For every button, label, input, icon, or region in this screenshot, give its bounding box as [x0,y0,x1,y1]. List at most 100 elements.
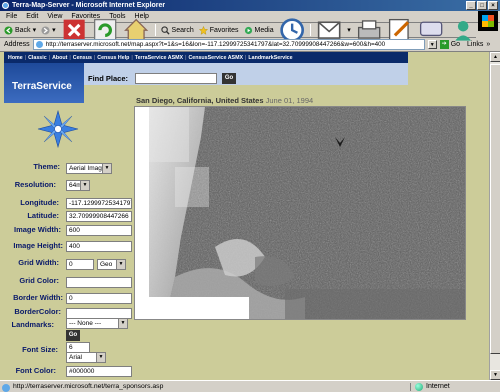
vertical-scrollbar[interactable]: ▲ ▼ [489,52,500,380]
globe-icon [415,382,423,391]
nav-about[interactable]: About [52,55,67,61]
grid-width-label: Grid Width: [18,258,59,267]
grid-width-input[interactable]: 0 [66,259,94,270]
latitude-input[interactable]: 32.70999908447266 [66,211,132,222]
address-bar: Address http://terraserver.microsoft.net… [0,38,500,52]
maximize-button[interactable]: □ [477,1,487,10]
landmarks-go-button[interactable]: Go [66,330,80,341]
page-icon [2,384,10,392]
landmarks-value: --- None --- [69,320,102,327]
search-label: Search [171,26,194,34]
windows-logo-icon [478,11,498,31]
font-name-select[interactable]: Arial ▼ [66,352,106,363]
map-date: June 01, 1994 [265,96,314,105]
map-caption: San Diego, California, United States Jun… [136,96,313,105]
nav-divider: | [185,54,187,61]
nav-home[interactable]: Home [8,55,23,61]
chevron-down-icon[interactable]: ▾ [347,26,351,34]
back-button[interactable]: Back ▾ [4,25,37,35]
theme-select[interactable]: Aerial Image ▼ [66,163,112,174]
theme-label: Theme: [33,162,60,171]
resolution-label: Resolution: [14,180,56,189]
address-input[interactable]: http://terraserver.microsoft.net/map.asp… [32,39,425,50]
scroll-thumb[interactable] [490,64,500,354]
nav-divider: | [245,54,247,61]
media-button[interactable]: Media [244,26,274,35]
favorites-button[interactable]: Favorites [198,25,239,35]
scroll-down-button[interactable]: ▼ [490,370,500,380]
minimize-button[interactable]: _ [466,1,476,10]
back-arrow-icon [4,25,13,35]
nav-census-help[interactable]: Census Help [97,55,129,61]
chevron-down-icon: ▼ [102,164,111,173]
longitude-input[interactable]: -117.12999725341797 [66,198,132,209]
nav-divider: | [24,54,27,61]
go-button[interactable]: ➔ Go [439,40,461,49]
image-height-input[interactable]: 400 [66,241,132,252]
nav-divider: | [131,54,133,61]
find-place-input[interactable] [135,73,217,84]
chevron-right-icon[interactable]: » [486,41,490,48]
menu-edit[interactable]: Edit [26,11,38,22]
site-logo-text: TerraService [12,81,72,92]
nav-divider: | [48,54,51,61]
image-width-input[interactable]: 600 [66,225,132,236]
resolution-select[interactable]: 64m ▼ [66,180,90,191]
grid-color-input[interactable] [66,277,132,288]
nav-censusservice-asmx[interactable]: CensusService ASMX [188,55,243,61]
address-label: Address [4,41,30,48]
address-dropdown-button[interactable]: ▼ [427,40,437,49]
go-arrow-icon: ➔ [439,40,449,49]
close-button[interactable]: × [488,1,498,10]
zone-label: Internet [426,383,450,390]
toolbar-separator [154,24,156,36]
favorites-label: Favorites [209,26,239,34]
site-logo[interactable]: TerraService [4,63,84,103]
nav-terraservice-asmx[interactable]: TerraService ASMX [135,55,183,61]
compass-navigator-icon[interactable] [32,110,84,148]
map-place: San Diego, California, United States [136,96,264,105]
landmarks-label: Landmarks: [11,320,54,329]
search-button[interactable]: Search [160,25,194,35]
nav-census[interactable]: Census [73,55,92,61]
go-label: Go [450,41,461,48]
aerial-map-image[interactable] [135,107,466,320]
forward-button[interactable]: ▾ [41,25,56,35]
chevron-down-icon: ▼ [96,353,105,362]
links-button[interactable]: Links [467,41,483,48]
scroll-up-button[interactable]: ▲ [490,52,500,62]
media-icon [244,26,252,34]
find-place-label: Find Place: [88,74,129,83]
chevron-down-icon: ▼ [80,181,89,190]
address-url: http://terraserver.microsoft.net/map.asp… [45,41,386,48]
window-title-bar: Terra-Map-Server - Microsoft Internet Ex… [0,0,500,11]
latitude-label: Latitude: [27,211,59,220]
nav-landmarkservice[interactable]: LandmarkService [248,55,292,61]
search-icon [160,25,170,35]
find-place-go-button[interactable]: Go [222,73,236,84]
landmarks-select[interactable]: --- None --- ▼ [66,318,128,329]
border-color-label: BorderColor: [14,307,61,316]
chevron-down-icon[interactable]: ▾ [52,26,56,34]
map-frame [134,106,466,320]
grid-unit-select[interactable]: Geo ▼ [97,259,126,270]
favorites-star-icon [198,25,208,35]
status-bar: http://terraserver.microsoft.net/terra_s… [0,380,500,392]
menu-file[interactable]: File [6,11,17,22]
forward-arrow-icon [41,25,50,35]
media-label: Media [254,26,274,34]
font-color-label: Font Color: [15,366,56,375]
window-title: Terra-Map-Server - Microsoft Internet Ex… [12,2,166,9]
toolbar-separator [309,24,311,36]
font-color-input[interactable]: #000000 [66,366,132,377]
theme-value: Aerial Image [69,165,106,172]
back-label: Back [15,26,31,34]
border-width-input[interactable]: 0 [66,293,132,304]
image-height-label: Image Height: [13,241,63,250]
longitude-label: Longitude: [20,198,59,207]
site-nav: Home | Classic | About | Census | Census Hel… [4,52,408,63]
nav-classic[interactable]: Classic [28,55,47,61]
chevron-down-icon[interactable]: ▾ [33,26,37,34]
grid-unit-value: Geo [100,261,113,268]
status-text: http://terraserver.microsoft.net/terra_s… [13,383,164,390]
